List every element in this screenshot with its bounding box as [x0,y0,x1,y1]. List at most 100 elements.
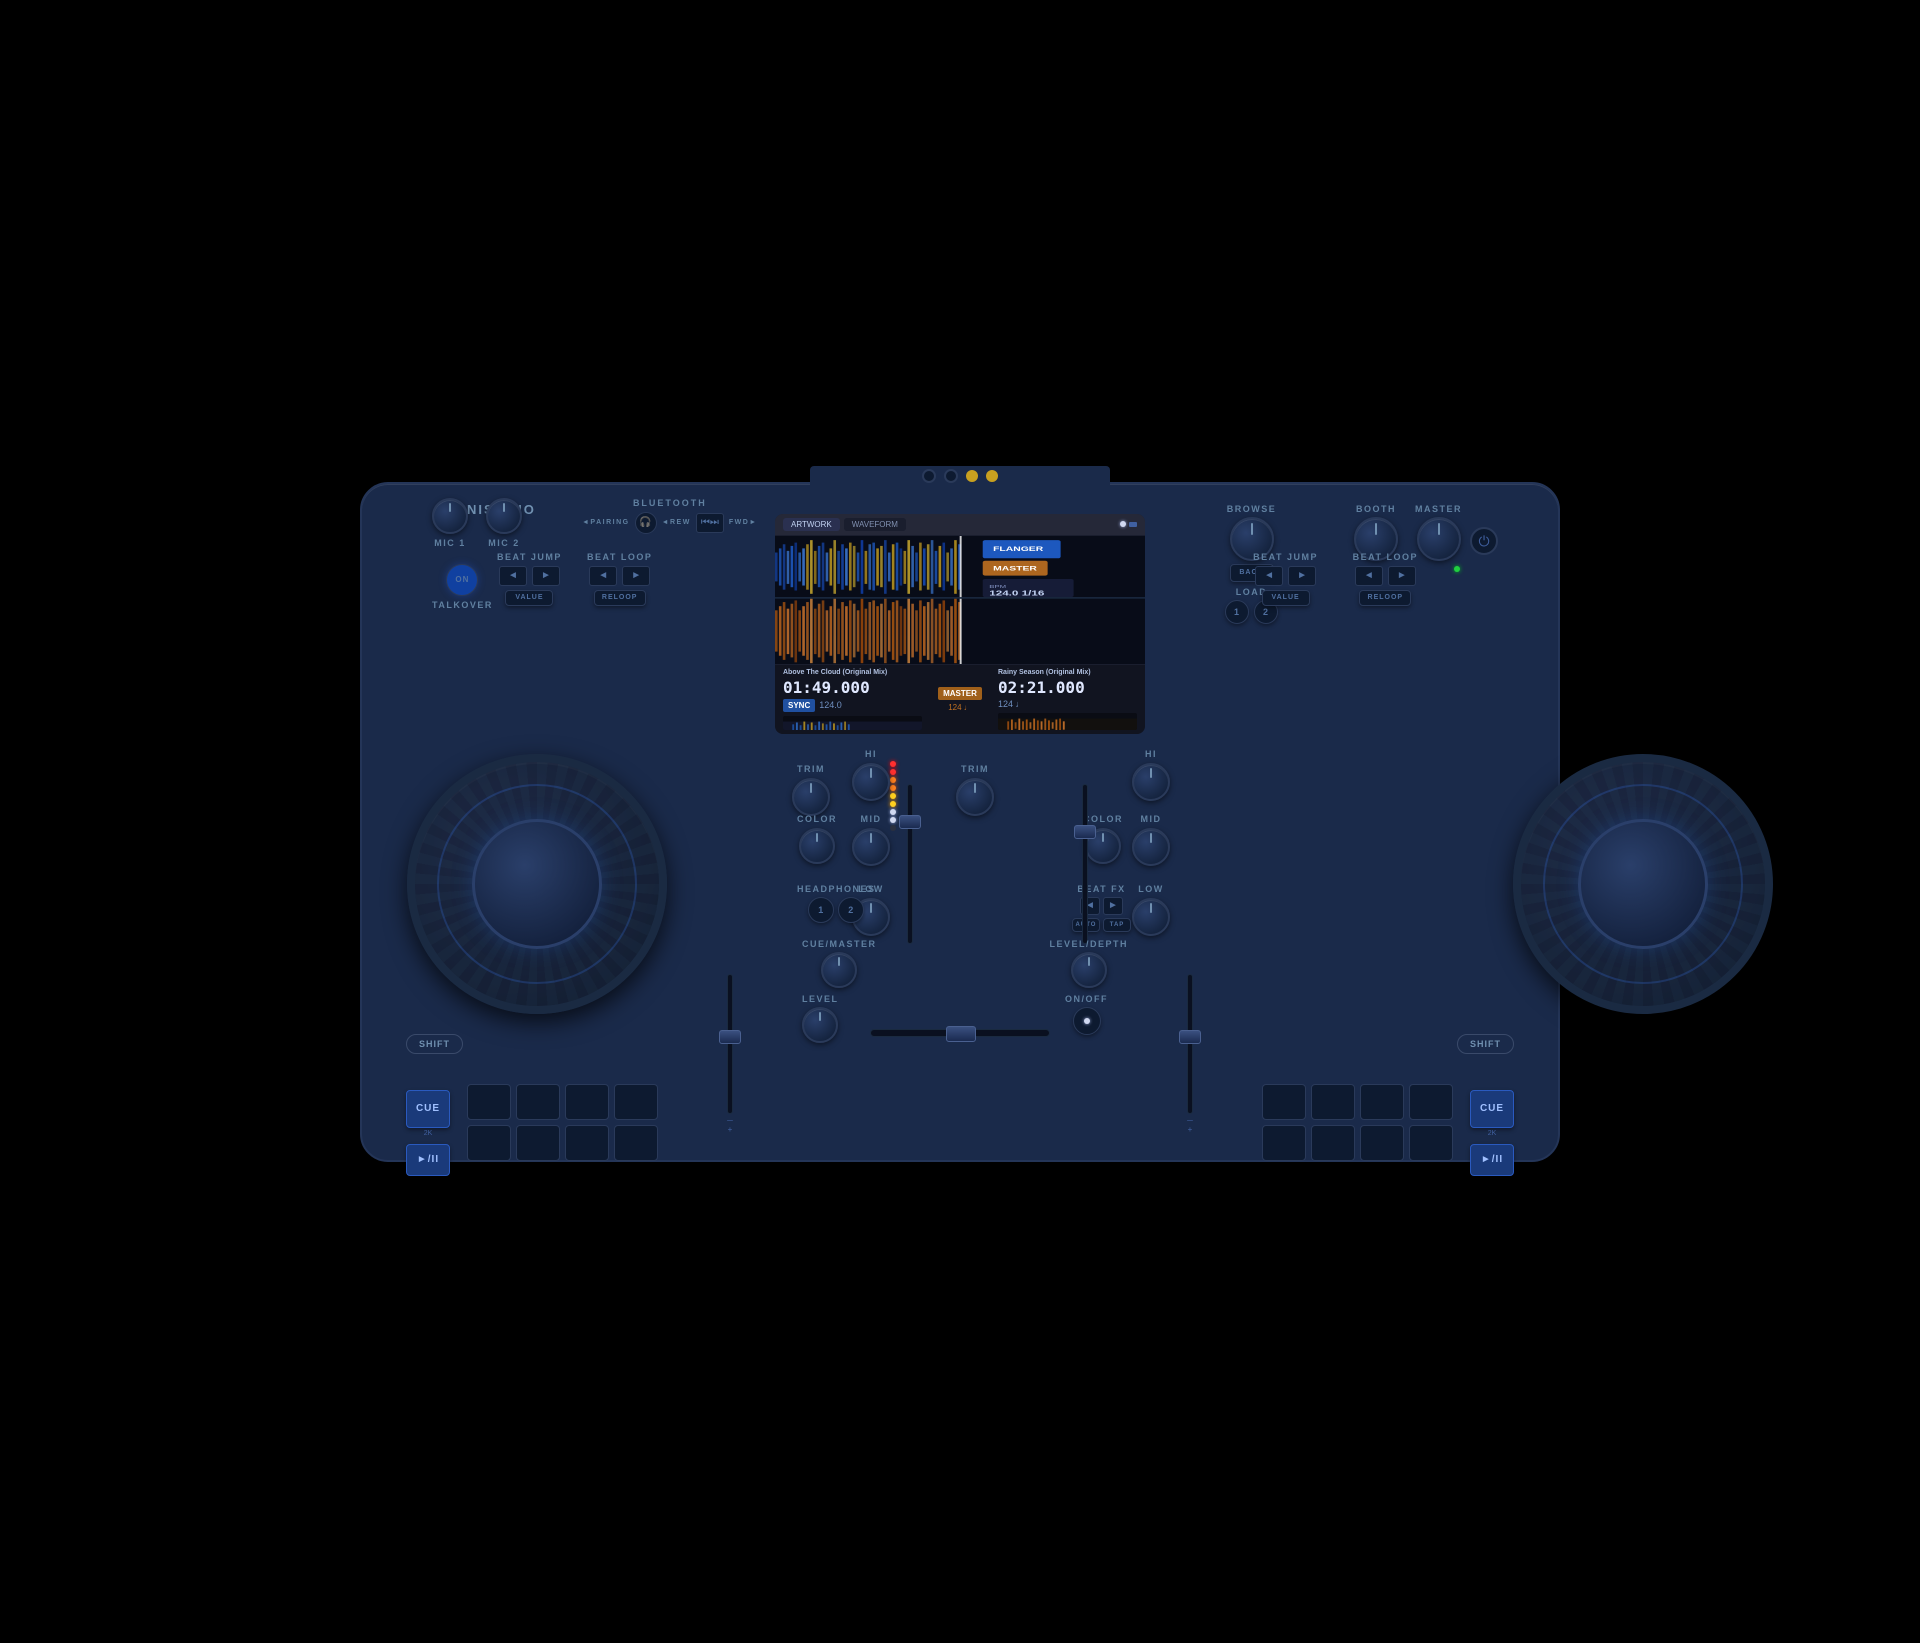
beat-jump-right-next[interactable]: ► [1288,566,1316,586]
beat-loop-right-next[interactable]: ► [1388,566,1416,586]
rew-label: ◄REW [662,519,691,526]
level-knob[interactable] [802,1007,838,1043]
beat-fx-next[interactable]: ► [1103,897,1123,915]
left-pad-g[interactable] [565,1125,609,1161]
headphones-label: HEADPHONES [797,884,876,894]
left-jog-wheel[interactable] [407,754,667,1014]
bpm-center: 124 ♩ [948,703,972,712]
left-channel-fader[interactable] [899,815,921,829]
reloop-left-btn[interactable]: RELOOP [594,590,646,606]
right-pad-a[interactable] [1262,1084,1306,1120]
center-sync-info: MASTER 124 ♩ [930,665,990,734]
play-pause-right[interactable]: ►/II [1470,1144,1514,1176]
right-pad-b[interactable] [1311,1084,1355,1120]
beat-jump-value-right[interactable]: VALUE [1262,590,1310,606]
master-knob[interactable] [1417,517,1461,561]
beat-loop-right-label: BEAT LOOP [1353,552,1418,562]
vu-led-orange-1 [890,777,896,783]
mid-right-knob[interactable] [1132,828,1170,866]
power-button[interactable]: ⏻ [1470,527,1498,555]
right-jog-wheel[interactable] [1513,754,1773,1014]
beat-jump-left-next[interactable]: ► [532,566,560,586]
master-btn-screen[interactable]: MASTER [938,687,982,700]
right-pad-c[interactable] [1360,1084,1404,1120]
mic1-knob[interactable] [432,498,468,534]
hi-right-knob[interactable] [1132,763,1170,801]
cue-button-right[interactable]: CUE [1470,1090,1514,1128]
mid-left-knob[interactable] [852,828,890,866]
level-depth-label: LEVEL/DEPTH [1049,939,1128,949]
right-channel-fader[interactable] [1074,825,1096,839]
cue-button-left[interactable]: CUE [406,1090,450,1128]
left-pad-c[interactable] [565,1084,609,1120]
talkover-on-button[interactable]: ON [446,564,478,596]
shift-button-right[interactable]: SHIFT [1457,1034,1514,1054]
trim-right-knob[interactable] [956,778,994,816]
right-pitch-fader[interactable] [1179,1030,1201,1044]
left-pad-a[interactable] [467,1084,511,1120]
right-pad-d[interactable] [1409,1084,1453,1120]
trim-left-knob[interactable] [792,778,830,816]
low-right-group: LOW [1132,884,1170,936]
crossfader[interactable] [946,1026,976,1042]
right-track-title: Rainy Season (Original Mix) [998,669,1137,676]
left-bpm: 124.0 [819,700,842,710]
mid-left-label: MID [861,814,882,824]
vu-meter [890,761,896,831]
right-pad-f[interactable] [1311,1125,1355,1161]
wifi-icon [1120,521,1126,527]
screen-main: FLANGER MASTER BPM 124.0 1/16 [775,536,1145,664]
fwd-label: FWD► [729,519,758,526]
beat-jump-right-prev[interactable]: ◄ [1255,566,1283,586]
beat-jump-value-left[interactable]: VALUE [505,590,553,606]
left-pitch-fader[interactable] [719,1030,741,1044]
mic2-knob[interactable] [486,498,522,534]
color-left-knob[interactable] [799,828,835,864]
left-pitch-center: ─ [727,1116,733,1125]
left-deck-info: Above The Cloud (Original Mix) 01:49.000… [775,665,930,734]
mid-right-group: MID [1132,814,1170,866]
shift-button-left[interactable]: SHIFT [406,1034,463,1054]
headphone-button[interactable]: 🎧 [635,512,657,534]
left-pad-b[interactable] [516,1084,560,1120]
artwork-tab[interactable]: ARTWORK [783,518,840,531]
beat-jump-left-prev[interactable]: ◄ [499,566,527,586]
cue-sub-left: 2K [424,1130,433,1137]
screen-top-bar: ARTWORK WAVEFORM [775,514,1145,536]
talkover-label: TALKOVER [432,600,493,610]
headphones-1-btn[interactable]: 1 [808,897,834,923]
trim-right-group: TRIM [956,764,994,816]
level-depth-knob[interactable] [1071,952,1107,988]
reloop-right-btn[interactable]: RELOOP [1359,590,1411,606]
color-right-label: COLOR [1083,814,1123,824]
waveform-view[interactable]: FLANGER MASTER BPM 124.0 1/16 [775,536,1145,664]
hi-left-label: HI [865,749,877,759]
left-pad-h[interactable] [614,1125,658,1161]
screen[interactable]: ARTWORK WAVEFORM [775,514,1145,734]
left-pad-e[interactable] [467,1125,511,1161]
cue-master-knob[interactable] [821,952,857,988]
left-pad-f[interactable] [516,1125,560,1161]
sync-button-left[interactable]: SYNC [783,699,815,712]
beat-loop-left-prev[interactable]: ◄ [589,566,617,586]
left-pitch-plus: + [728,1125,733,1134]
jack-connector-2 [944,469,958,483]
beat-loop-right-prev[interactable]: ◄ [1355,566,1383,586]
right-pad-g[interactable] [1360,1125,1404,1161]
hi-left-knob[interactable] [852,763,890,801]
mic1-label: MIC 1 [434,538,466,548]
left-pad-d[interactable] [614,1084,658,1120]
play-pause-bt-btn[interactable]: ⏮⏭ [696,513,724,533]
beat-loop-left-next[interactable]: ► [622,566,650,586]
beat-fx-on-off[interactable] [1073,1007,1101,1035]
mic2-label: MIC 2 [488,538,520,548]
vu-led-red-1 [890,761,896,767]
right-pad-e[interactable] [1262,1125,1306,1161]
headphones-2-btn[interactable]: 2 [838,897,864,923]
waveform-tab[interactable]: WAVEFORM [844,518,906,531]
right-pad-h[interactable] [1409,1125,1453,1161]
play-pause-left[interactable]: ►/II [406,1144,450,1176]
low-right-knob[interactable] [1132,898,1170,936]
beat-fx-tap[interactable]: TAP [1103,918,1131,932]
load-1-button[interactable]: 1 [1225,600,1249,624]
